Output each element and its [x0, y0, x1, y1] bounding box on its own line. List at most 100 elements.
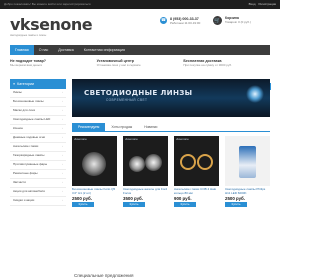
sidebar-item-label: Акции для автомобиля — [13, 189, 45, 194]
sidebar-item-label: Ремонтные фары — [13, 171, 38, 176]
product-name[interactable]: Ангельские глазки COB 4 Halo кольцо 80 м… — [174, 188, 219, 195]
login-link[interactable]: Вход — [249, 2, 256, 7]
product-image-watermark: vksenone — [176, 137, 189, 142]
product-image[interactable] — [225, 136, 270, 187]
halo-ring-shape — [197, 154, 213, 171]
product-price: 3500 руб. — [123, 196, 143, 202]
feature-delivery: Бесплатная доставка При покупке на сумму… — [183, 59, 270, 77]
buy-button[interactable]: Купить — [174, 202, 196, 208]
nav-contacts[interactable]: Контактная информация — [79, 45, 130, 55]
product-card[interactable]: vksenone Ангельские глазки COB 4 Halo ко… — [174, 136, 219, 208]
chevron-right-icon: › — [62, 153, 63, 158]
menu-icon: ≡ — [13, 81, 16, 86]
sidebar-item[interactable]: Ангельские глазки › — [10, 143, 66, 152]
sidebar-item[interactable]: Скидки и акции › — [10, 197, 66, 206]
phone-block: ☎ 8 (953) 000-33-37 Работаем 11:00-19:00 — [160, 17, 200, 26]
product-tabs: Рекомендуем Хиты продаж Новинки — [72, 123, 270, 133]
sidebar-item-label: Ксенон — [13, 126, 23, 131]
chevron-right-icon: › — [62, 99, 63, 104]
sidebar-item[interactable]: Линзы › — [10, 89, 66, 98]
lens-shape — [82, 152, 106, 177]
tab-recommended[interactable]: Рекомендуем — [72, 123, 106, 132]
cart-widget[interactable]: 🛒 Корзина Товаров: 0 (0 руб.) — [213, 16, 251, 25]
logo-tagline: светодиодные лампы и линзы — [10, 33, 47, 37]
product-card[interactable]: Светодиодные лампы Philips H11 LED 6000K… — [225, 136, 270, 208]
promo-banner[interactable]: СВЕТОДИОДНЫЕ ЛИНЗЫ СОВРЕМЕННЫЙ СВЕТ — [72, 79, 270, 117]
sidebar-item-label: Ангельские глазки — [13, 144, 39, 149]
sidebar-item[interactable]: Газоразрядные лампы › — [10, 152, 66, 161]
product-image[interactable]: vksenone — [123, 136, 168, 187]
sidebar-item-label: Маски для линз — [13, 108, 35, 113]
chevron-right-icon: › — [62, 126, 63, 131]
feature-text: При покупке на сумму от 3000 руб. — [183, 63, 232, 68]
sidebar-item-label: Скидки и акции — [13, 198, 35, 203]
product-name[interactable]: Светодиодные лампы Philips H11 LED 6000K — [225, 188, 270, 195]
nav-delivery[interactable]: Доставка — [53, 45, 78, 55]
lens-glow-image — [246, 85, 264, 103]
register-link[interactable]: Регистрация — [258, 2, 276, 7]
buy-button[interactable]: Купить — [72, 202, 94, 208]
buy-button[interactable]: Купить — [123, 202, 145, 208]
top-bar: Добро пожаловать! Вы можете войти или за… — [0, 0, 280, 9]
feature-returns: Не подходит товар? Мы вернём вам деньги — [10, 59, 97, 77]
product-image[interactable]: vksenone — [72, 136, 117, 187]
lens-shape — [145, 154, 162, 172]
nav-about[interactable]: О нас — [34, 45, 54, 55]
special-offers-heading: Специальные предложения — [74, 273, 134, 278]
buy-button[interactable]: Купить — [225, 202, 247, 208]
product-price: 2500 руб. — [225, 196, 245, 202]
sidebar-item[interactable]: Би-ксеноновые линзы › — [10, 98, 66, 107]
site-header: vksenone светодиодные лампы и линзы ☎ 8 … — [0, 9, 280, 45]
sidebar-item-label: Би-ксеноновые линзы — [13, 99, 44, 104]
sidebar-item[interactable]: Противотуманные фары › — [10, 161, 66, 170]
sidebar-item[interactable]: Дневные ходовые огни › — [10, 134, 66, 143]
chevron-right-icon: › — [62, 144, 63, 149]
feature-text: Мы вернём вам деньги — [10, 63, 43, 68]
sidebar-item[interactable]: Светодиодные лампы LED › — [10, 116, 66, 125]
product-image-watermark: vksenone — [74, 137, 87, 142]
chevron-right-icon: › — [62, 180, 63, 185]
product-grid: vksenone Би-ксеноновые линзы Koito Q5 3.… — [72, 136, 270, 208]
sidebar-item-label: Дневные ходовые огни — [13, 135, 46, 140]
sidebar-item[interactable]: Запчасти › — [10, 179, 66, 188]
chevron-right-icon: › — [62, 90, 63, 95]
banner-title: СВЕТОДИОДНЫЕ ЛИНЗЫ — [84, 88, 193, 97]
features-row: Не подходит товар? Мы вернём вам деньги … — [0, 55, 280, 77]
cart-icon[interactable]: 🛒 — [213, 16, 222, 25]
tab-bestsellers[interactable]: Хиты продаж — [105, 123, 138, 131]
product-name[interactable]: Би-ксеноновые линзы Koito Q5 3.0" Н1 (2 … — [72, 188, 117, 195]
feature-text: Установка линз у нас в сервисе — [96, 63, 141, 68]
banner-subtitle: СОВРЕМЕННЫЙ СВЕТ — [106, 98, 148, 102]
category-sidebar: ≡ Категории Линзы › Би-ксеноновые линзы › … — [10, 79, 66, 207]
sidebar-item[interactable]: Акции для автомобиля › — [10, 188, 66, 197]
product-price: 900 руб. — [174, 196, 192, 202]
working-hours: Работаем 11:00-19:00 — [170, 21, 201, 26]
sidebar-item-label: Противотуманные фары — [13, 162, 48, 167]
main-nav: Главная О нас Доставка Контактная информ… — [10, 45, 270, 55]
sidebar-item[interactable]: Ксенон › — [10, 125, 66, 134]
tab-new[interactable]: Новинки — [138, 123, 163, 131]
feature-install: Установочный центр Установка линз у нас … — [97, 59, 184, 77]
chevron-right-icon: › — [62, 108, 63, 113]
chevron-right-icon: › — [62, 198, 63, 203]
sidebar-item[interactable]: Ремонтные фары › — [10, 170, 66, 179]
bulb-box-shape — [239, 146, 256, 179]
product-price: 2500 руб. — [72, 196, 92, 202]
product-image[interactable]: vksenone — [174, 136, 219, 187]
product-image-watermark: vksenone — [125, 137, 138, 142]
nav-home[interactable]: Главная — [10, 45, 34, 55]
sidebar-item[interactable]: Маски для линз › — [10, 107, 66, 116]
product-card[interactable]: vksenone Би-ксеноновые линзы Koito Q5 3.… — [72, 136, 117, 208]
logo-text[interactable]: vksenone — [10, 16, 93, 33]
auth-links: Вход Регистрация — [249, 2, 276, 7]
welcome-notice: Добро пожаловать! Вы можете войти или за… — [4, 2, 91, 6]
product-name[interactable]: Светодиодные ангелы для Ford Focus — [123, 188, 168, 195]
sidebar-item-label: Линзы — [13, 90, 22, 95]
chevron-right-icon: › — [62, 189, 63, 194]
chevron-right-icon: › — [62, 171, 63, 176]
logo[interactable]: vksenone светодиодные лампы и линзы — [10, 16, 93, 37]
sidebar-item-label: Запчасти — [13, 180, 26, 185]
product-card[interactable]: vksenone Светодиодные ангелы для Ford Fo… — [123, 136, 168, 208]
halo-ring-shape — [180, 154, 196, 171]
chevron-right-icon: › — [62, 117, 63, 122]
